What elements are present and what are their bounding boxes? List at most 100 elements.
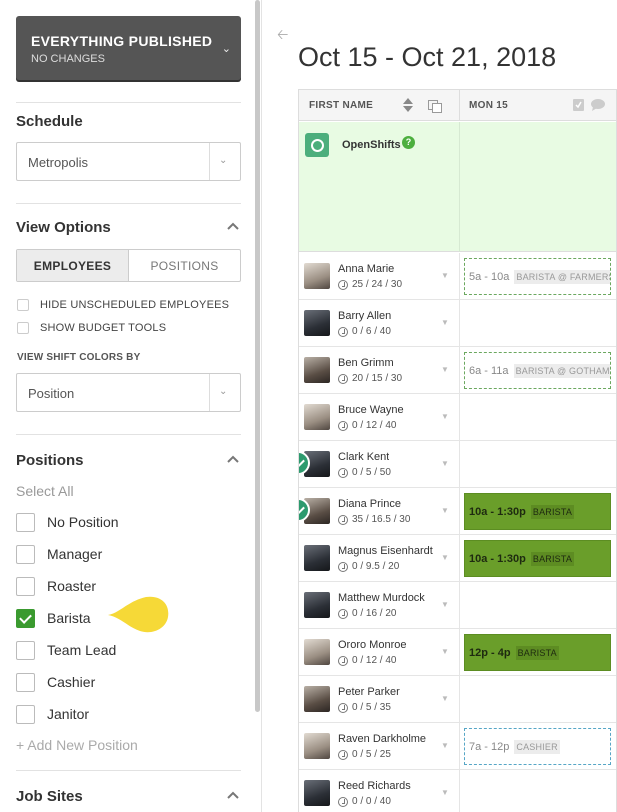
color-by-label: VIEW SHIFT COLORS BY (17, 352, 141, 363)
caret-down-icon[interactable]: ▼ (441, 365, 449, 374)
caret-down-icon[interactable]: ▼ (441, 412, 449, 421)
color-by-select[interactable]: Position ⌄ (16, 373, 241, 412)
employee-name[interactable]: Anna Marie (338, 263, 394, 275)
show-budget-label: SHOW BUDGET TOOLS (40, 322, 167, 334)
show-budget-checkbox[interactable] (17, 322, 29, 334)
caret-down-icon[interactable]: ▼ (441, 506, 449, 515)
employee-name[interactable]: Raven Darkholme (338, 733, 426, 745)
shift-position: BARISTA @ FARMERS (514, 269, 610, 284)
shift-block[interactable]: 6a - 11a BARISTA @ GOTHAM (464, 352, 611, 389)
employee-name[interactable]: Ororo Monroe (338, 639, 406, 651)
position-item[interactable]: Manager (16, 543, 246, 565)
column-divider (459, 535, 460, 582)
position-item[interactable]: Roaster (16, 575, 246, 597)
employee-row: Clark Kent 0 / 5 / 50 ▼ (299, 441, 617, 488)
sidebar-scrollbar[interactable] (255, 0, 260, 712)
column-divider (459, 629, 460, 676)
shift-time: 6a - 11a (469, 364, 509, 377)
employee-name[interactable]: Reed Richards (338, 780, 411, 792)
clipboard-icon[interactable] (573, 98, 584, 111)
help-icon[interactable]: ? (402, 136, 415, 149)
position-checkbox[interactable] (16, 577, 35, 596)
employee-name[interactable]: Matthew Murdock (338, 592, 425, 604)
position-checkbox[interactable] (16, 513, 35, 532)
chevron-up-icon[interactable] (226, 220, 240, 234)
shift-position: CASHIER (514, 739, 560, 754)
tab-employees[interactable]: EMPLOYEES (17, 250, 129, 281)
caret-down-icon[interactable]: ▼ (441, 788, 449, 797)
collapse-sidebar-arrow-icon[interactable]: 🡠 (277, 24, 288, 48)
employee-name[interactable]: Bruce Wayne (338, 404, 404, 416)
chevron-up-icon[interactable] (226, 453, 240, 467)
position-checkbox[interactable] (16, 641, 35, 660)
shift-time: 5a - 10a (469, 270, 510, 283)
position-label: Roaster (47, 578, 97, 594)
day-column-header: MON 15 (469, 100, 509, 111)
schedule-select[interactable]: Metropolis ⌄ (16, 142, 241, 181)
position-item[interactable]: Cashier (16, 671, 246, 693)
clock-icon (338, 515, 348, 525)
shift-position: BARISTA (530, 504, 575, 519)
publish-status-subtitle: NO CHANGES (31, 53, 105, 65)
clock-icon (338, 468, 348, 478)
employee-row: Reed Richards 0 / 0 / 40 ▼ (299, 770, 617, 812)
caret-down-icon[interactable]: ▼ (441, 741, 449, 750)
caret-down-icon[interactable]: ▼ (441, 647, 449, 656)
employee-hours: 0 / 0 / 40 (352, 796, 391, 807)
shift-block[interactable]: 12p - 4p BARISTA (464, 634, 611, 671)
position-label: No Position (47, 514, 119, 530)
select-all-link[interactable]: Select All (16, 483, 74, 499)
employee-row: Peter Parker 0 / 5 / 35 ▼ (299, 676, 617, 723)
divider (16, 203, 241, 204)
position-checkbox[interactable] (16, 673, 35, 692)
employee-name[interactable]: Magnus Eisenhardt (338, 545, 433, 557)
position-checkbox[interactable] (16, 705, 35, 724)
employee-name[interactable]: Peter Parker (338, 686, 400, 698)
avatar (304, 545, 330, 571)
avatar (304, 404, 330, 430)
position-item[interactable]: Janitor (16, 703, 246, 725)
position-checkbox[interactable] (16, 545, 35, 564)
caret-down-icon[interactable]: ▼ (441, 318, 449, 327)
employee-name[interactable]: Ben Grimm (338, 357, 394, 369)
employee-name[interactable]: Clark Kent (338, 451, 389, 463)
caret-down-icon[interactable]: ▼ (441, 271, 449, 280)
copy-icon[interactable] (428, 100, 442, 113)
sort-icon[interactable] (403, 98, 413, 112)
hide-unscheduled-checkbox[interactable] (17, 299, 29, 311)
shift-time: 10a - 1:30p (469, 552, 526, 565)
employee-name[interactable]: Barry Allen (338, 310, 391, 322)
employee-name[interactable]: Diana Prince (338, 498, 401, 510)
add-new-position-link[interactable]: + Add New Position (16, 737, 138, 753)
employee-row: Magnus Eisenhardt 0 / 9.5 / 20 ▼ 10a - 1:30… (299, 535, 617, 582)
avatar (304, 639, 330, 665)
position-item[interactable]: Team Lead (16, 639, 246, 661)
open-shifts-label: OpenShifts (342, 139, 401, 151)
clock-icon (338, 750, 348, 760)
open-shifts-icon (305, 133, 329, 157)
comment-icon[interactable] (591, 99, 605, 111)
shift-block[interactable]: 7a - 12p CASHIER (464, 728, 611, 765)
avatar (304, 592, 330, 618)
caret-down-icon[interactable]: ▼ (441, 553, 449, 562)
caret-down-icon[interactable]: ▼ (441, 600, 449, 609)
employee-hours: 0 / 9.5 / 20 (352, 561, 400, 572)
avatar (304, 357, 330, 383)
divider (16, 102, 241, 103)
employee-row: Barry Allen 0 / 6 / 40 ▼ (299, 300, 617, 347)
caret-down-icon[interactable]: ▼ (441, 694, 449, 703)
publish-button[interactable]: EVERYTHING PUBLISHED NO CHANGES ⌄ (16, 16, 241, 80)
shift-block[interactable]: 10a - 1:30p BARISTA (464, 540, 611, 577)
tab-positions[interactable]: POSITIONS (129, 250, 240, 281)
first-name-column-header[interactable]: FIRST NAME (309, 100, 373, 111)
clock-icon (338, 797, 348, 807)
position-item[interactable]: No Position (16, 511, 246, 533)
employee-row: Diana Prince 35 / 16.5 / 30 ▼ 10a - 1:30p BA… (299, 488, 617, 535)
shift-block[interactable]: 5a - 10a BARISTA @ FARMERS (464, 258, 611, 295)
position-checkbox[interactable] (16, 609, 35, 628)
employee-hours: 35 / 16.5 / 30 (352, 514, 411, 525)
caret-down-icon[interactable]: ▼ (441, 459, 449, 468)
chevron-up-icon[interactable] (226, 789, 240, 803)
employee-row: Bruce Wayne 0 / 12 / 40 ▼ (299, 394, 617, 441)
shift-block[interactable]: 10a - 1:30p BARISTA (464, 493, 611, 530)
